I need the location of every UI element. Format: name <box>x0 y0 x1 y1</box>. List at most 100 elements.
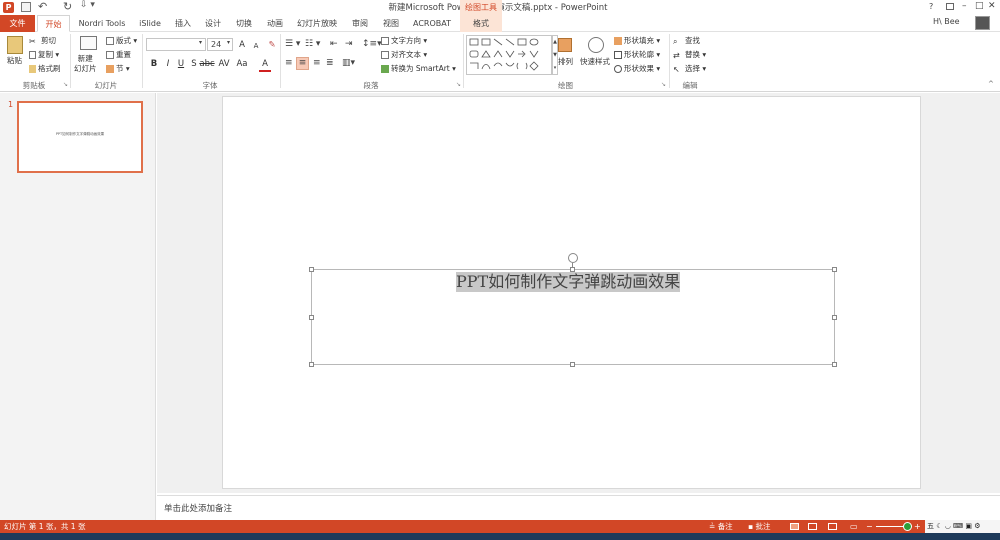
shape-effects-button[interactable]: 形状效果 ▾ <box>614 63 660 74</box>
tab-home[interactable]: 开始 <box>37 15 70 32</box>
copy-label: 复制 <box>38 50 53 59</box>
shrink-font-button[interactable]: A <box>250 40 262 52</box>
quick-styles-button[interactable]: 快速样式 <box>580 56 610 67</box>
copy-button[interactable]: 复制 ▾ <box>29 49 59 60</box>
find-button[interactable]: ⌕ 查找 <box>673 35 700 46</box>
slideshow-icon[interactable]: ▭ <box>850 520 858 533</box>
tab-insert[interactable]: 插入 <box>170 15 196 32</box>
tab-nordri-tools[interactable]: Nordri Tools <box>73 15 131 32</box>
resize-handle[interactable] <box>309 315 314 320</box>
tab-animations[interactable]: 动画 <box>262 15 288 32</box>
minimize-button[interactable]: – <box>962 1 967 11</box>
tab-file[interactable]: 文件 <box>0 15 35 32</box>
zoom-in-icon[interactable]: + <box>914 520 921 533</box>
font-size-dropdown-icon[interactable]: ▾ <box>227 39 230 46</box>
ime-status-icon[interactable] <box>903 522 912 531</box>
paragraph-dialog-launcher-icon[interactable]: ↘ <box>456 81 461 88</box>
tab-review[interactable]: 审阅 <box>346 15 374 32</box>
comments-button[interactable]: ▪ 批注 <box>748 520 770 533</box>
notes-toggle-button[interactable]: ≟ 备注 <box>709 520 733 533</box>
slide-title-text[interactable]: PPT如何制作文字弹跳动画效果 <box>456 272 681 292</box>
drawing-dialog-launcher-icon[interactable]: ↘ <box>661 81 666 88</box>
char-spacing-button[interactable]: AV <box>216 58 232 70</box>
resize-handle[interactable] <box>309 267 314 272</box>
increase-indent-icon[interactable]: ⇥ <box>345 39 353 49</box>
resize-handle[interactable] <box>309 362 314 367</box>
bold-button[interactable]: B <box>148 58 160 70</box>
group-clipboard-label: 剪贴板 <box>22 81 46 90</box>
select-button[interactable]: ↖ 选择 ▾ <box>673 63 706 74</box>
zoom-out-icon[interactable]: − <box>866 520 873 533</box>
rotate-handle-icon[interactable] <box>568 253 578 263</box>
line-spacing-icon[interactable]: ↕≡▾ <box>362 39 382 49</box>
shape-outline-button[interactable]: 形状轮廓 ▾ <box>614 49 660 60</box>
replace-button[interactable]: ⇄ 替换 ▾ <box>673 49 706 60</box>
shape-fill-button[interactable]: 形状填充 ▾ <box>614 35 660 46</box>
reading-view-icon[interactable] <box>828 523 837 530</box>
text-direction-button[interactable]: 文字方向 ▾ <box>381 35 427 46</box>
layout-icon <box>106 37 114 45</box>
avatar[interactable] <box>975 16 990 30</box>
close-button[interactable]: ✕ <box>988 1 996 11</box>
tab-transitions[interactable]: 切换 <box>231 15 257 32</box>
resize-handle[interactable] <box>570 362 575 367</box>
ribbon-display-button[interactable] <box>946 3 954 10</box>
columns-icon[interactable]: ▥▾ <box>342 58 355 68</box>
font-name-combo[interactable] <box>146 38 206 51</box>
grow-font-button[interactable]: A <box>236 39 248 51</box>
cut-button[interactable]: ✂ 剪切 <box>29 35 56 46</box>
align-text-button[interactable]: 对齐文本 ▾ <box>381 49 427 60</box>
shapes-gallery[interactable] <box>466 35 552 75</box>
clear-format-icon[interactable]: ✎ <box>266 39 278 51</box>
align-left-icon[interactable]: ≡ <box>285 58 293 68</box>
paint-bucket-icon <box>614 37 622 45</box>
clipboard-dialog-launcher-icon[interactable]: ↘ <box>63 81 68 88</box>
tab-design[interactable]: 设计 <box>200 15 226 32</box>
font-name-dropdown-icon[interactable]: ▾ <box>199 39 202 46</box>
strikethrough-button[interactable]: abc <box>199 58 215 70</box>
format-painter-button[interactable]: 格式刷 <box>29 63 61 74</box>
italic-button[interactable]: I <box>162 58 174 70</box>
tab-acrobat[interactable]: ACROBAT <box>409 15 455 32</box>
resize-handle[interactable] <box>832 362 837 367</box>
replace-label: 替换 <box>685 50 700 59</box>
tab-islide[interactable]: iSlide <box>134 15 166 32</box>
align-right-icon[interactable]: ≡ <box>313 58 321 68</box>
section-button[interactable]: 节 ▾ <box>106 63 130 74</box>
tab-view[interactable]: 视图 <box>378 15 404 32</box>
replace-icon: ⇄ <box>673 51 680 60</box>
slide-sorter-icon[interactable] <box>808 523 817 530</box>
ime-toolbar-icon[interactable]: 五 ☾ ◡ ⌨ ▣ ⚙ <box>925 520 1000 533</box>
align-center-icon[interactable]: ≡ <box>296 57 309 70</box>
pencil-icon <box>614 51 622 59</box>
layout-button[interactable]: 版式 ▾ <box>106 35 137 46</box>
help-button[interactable]: ? <box>929 2 933 11</box>
paste-button[interactable]: 粘贴 <box>7 55 22 66</box>
notes-pane[interactable] <box>157 495 1000 520</box>
reset-button[interactable]: 重置 <box>106 49 131 60</box>
maximize-button[interactable]: □ <box>975 1 984 11</box>
new-slide-button[interactable]: 新建 幻灯片 <box>74 54 97 74</box>
resize-handle[interactable] <box>832 315 837 320</box>
underline-button[interactable]: U <box>175 58 187 70</box>
bullets-icon[interactable]: ☰ ▾ <box>285 39 300 49</box>
normal-view-icon[interactable] <box>790 523 799 530</box>
notes-placeholder[interactable]: 单击此处添加备注 <box>164 502 232 514</box>
decrease-indent-icon[interactable]: ⇤ <box>330 39 338 49</box>
smartart-icon <box>381 65 389 73</box>
arrange-button[interactable]: 排列 <box>558 56 573 67</box>
shape-outline-label: 形状轮廓 <box>624 50 654 59</box>
change-case-button[interactable]: Aa <box>234 58 250 70</box>
numbering-icon[interactable]: ☷ ▾ <box>305 39 320 49</box>
tab-format[interactable]: 格式 <box>460 15 502 32</box>
user-name[interactable]: H\ Bee <box>933 17 960 26</box>
justify-icon[interactable]: ≣ <box>326 58 334 68</box>
resize-handle[interactable] <box>832 267 837 272</box>
comment-icon: ▪ <box>748 522 754 531</box>
zoom-slider[interactable] <box>876 526 906 527</box>
collapse-ribbon-icon[interactable]: ^ <box>988 80 994 88</box>
slide-thumbnail[interactable]: PPT如何制作文字弹跳动画效果 <box>17 101 143 173</box>
tab-slideshow[interactable]: 幻灯片放映 <box>294 15 340 32</box>
font-color-button[interactable]: A <box>259 58 271 72</box>
smartart-button[interactable]: 转换为 SmartArt ▾ <box>381 63 456 74</box>
